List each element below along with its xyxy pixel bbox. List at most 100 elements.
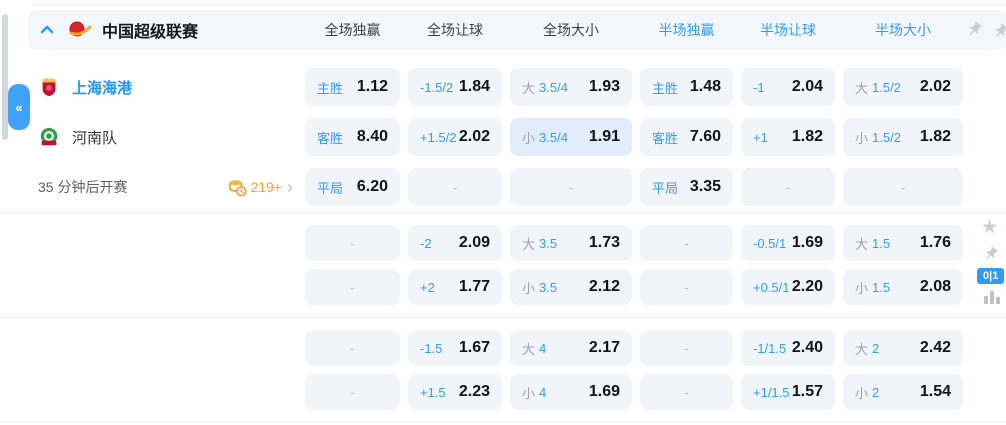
odds-cell[interactable]: 小21.54 [843, 374, 963, 410]
over-under-line: 3.5 [539, 280, 557, 295]
over-under-label: 小 3.5/4 [522, 128, 568, 147]
odds-label: -2 [420, 236, 432, 251]
odds-cell[interactable]: 客胜7.60 [640, 118, 733, 156]
away-team-logo-icon [38, 126, 60, 148]
odds-cell[interactable]: 平局 6.20 [305, 168, 400, 206]
empty-odds-cell: - [640, 225, 733, 261]
more-markets-link[interactable]: 219+ › [228, 178, 293, 197]
odds-cell[interactable]: -1.5/21.84 [408, 68, 502, 106]
column-header-full-over-under[interactable]: 全场大小 [510, 20, 632, 40]
odds-label: 平局 [652, 178, 678, 197]
collapse-chevron-up-icon[interactable] [38, 21, 56, 39]
odds-cell[interactable]: 大3.51.73 [510, 225, 632, 261]
column-header-full-handicap[interactable]: 全场让球 [408, 20, 502, 40]
odds-cell[interactable]: 大3.5/41.93 [510, 68, 632, 106]
odds-row: 河南队 客胜8.40+1.5/22.02小3.5/41.91客胜7.60+11.… [0, 112, 1006, 162]
favorite-star-icon[interactable]: ★ [981, 218, 998, 237]
odds-cell[interactable]: +0.5/12.20 [741, 269, 835, 305]
odds-cell[interactable]: 小1.52.08 [843, 269, 963, 305]
odds-cell[interactable]: +11.82 [741, 118, 835, 156]
odds-value: 3.35 [690, 178, 721, 196]
odds-cell[interactable]: 客胜8.40 [305, 118, 400, 156]
odds-cell[interactable]: 主胜1.12 [305, 68, 400, 106]
empty-odds-cell: - [305, 330, 400, 366]
tertiary-odds-section: --1.51.67大42.17--1/1.52.40大22.42 -+1.52.… [0, 317, 1006, 423]
odds-label: 主胜 [317, 78, 343, 97]
odds-cell[interactable]: -12.04 [741, 68, 835, 106]
odds-cell[interactable]: 小3.52.12 [510, 269, 632, 305]
odds-cell[interactable]: 小41.69 [510, 374, 632, 410]
over-under-side: 大 [522, 78, 535, 97]
empty-odds-cell: - [640, 269, 733, 305]
odds-cell[interactable]: 小3.5/41.91 [510, 118, 632, 156]
odds-value: 2.02 [459, 128, 490, 146]
odds-value: 2.04 [792, 78, 823, 96]
over-under-line: 3.5/4 [539, 130, 568, 145]
over-under-side: 大 [855, 78, 868, 97]
league-title: 中国超级联赛 [102, 18, 198, 42]
no-odds-dash: - [569, 180, 573, 195]
odds-row: 上海海港 主胜1.12-1.5/21.84大3.5/41.93主胜1.48-12… [0, 62, 1006, 112]
odds-row: --1.51.67大42.17--1/1.52.40大22.42 [0, 326, 1006, 370]
no-odds-dash: - [350, 385, 354, 400]
odds-label: +1/1.5 [753, 385, 790, 400]
column-header-full-win[interactable]: 全场独赢 [305, 20, 400, 40]
over-under-label: 大4 [522, 339, 546, 358]
empty-name-cell [28, 326, 297, 370]
over-under-label: 小1.5 [855, 278, 890, 297]
over-under-line: 3.5 [539, 236, 557, 251]
odds-cell[interactable]: +21.77 [408, 269, 502, 305]
over-under-line: 1.5/2 [872, 130, 901, 145]
column-header-half-over-under[interactable]: 半场大小 [843, 20, 963, 40]
odds-cell[interactable]: -0.5/11.69 [741, 225, 835, 261]
odds-cell[interactable]: 平局 3.35 [640, 168, 733, 206]
collapse-left-icon: « [15, 100, 22, 115]
column-header-half-win[interactable]: 半场独赢 [640, 20, 733, 40]
no-odds-dash: - [901, 180, 905, 195]
over-under-line: 2 [872, 341, 879, 356]
stats-chart-icon[interactable] [984, 291, 1000, 304]
score-badge[interactable]: 0|1 [977, 268, 1004, 284]
no-odds-dash: - [684, 341, 688, 356]
over-under-label: 小2 [855, 383, 879, 402]
pin-icon[interactable] [966, 21, 983, 38]
no-odds-dash: - [786, 180, 790, 195]
odds-label: 客胜 [317, 128, 343, 147]
odds-cell[interactable]: -1/1.52.40 [741, 330, 835, 366]
odds-cell[interactable]: 大1.51.76 [843, 225, 963, 261]
odds-value: 2.09 [459, 234, 490, 252]
over-under-label: 大2 [855, 339, 879, 358]
odds-label: -1/1.5 [753, 341, 786, 356]
odds-cell[interactable]: +1.52.23 [408, 374, 502, 410]
pin-icon[interactable] [992, 23, 1006, 40]
odds-cell[interactable]: +1/1.51.57 [741, 374, 835, 410]
odds-cell[interactable]: -2 2.09 [408, 225, 502, 261]
odds-value: 2.02 [920, 78, 951, 96]
home-team-row[interactable]: 上海海港 [28, 62, 297, 112]
odds-cell[interactable]: 小1.5/21.82 [843, 118, 963, 156]
away-team-row[interactable]: 河南队 [28, 112, 297, 162]
odds-cell[interactable]: 大22.42 [843, 330, 963, 366]
kickoff-note: 35 分钟后开赛 [38, 177, 127, 197]
odds-cell[interactable]: +1.5/22.02 [408, 118, 502, 156]
odds-value: 6.20 [357, 178, 388, 196]
odds-cell[interactable]: 大42.17 [510, 330, 632, 366]
odds-cell[interactable]: 主胜1.48 [640, 68, 733, 106]
collapse-panel-tab[interactable]: « [8, 84, 30, 130]
odds-label: 平局 [317, 178, 343, 197]
secondary-odds-section: --22.09大3.51.73--0.5/11.69大1.51.76 -+21.… [0, 212, 1006, 317]
odds-label: 主胜 [652, 78, 678, 97]
over-under-side: 小 [522, 128, 535, 147]
odds-label: -1.5/2 [420, 80, 453, 95]
odds-label: 客胜 [652, 128, 678, 147]
coin-clock-icon [228, 178, 247, 197]
odds-cell[interactable]: 大1.5/22.02 [843, 68, 963, 106]
over-under-side: 大 [522, 339, 535, 358]
no-odds-dash: - [684, 280, 688, 295]
pin-icon[interactable] [983, 246, 999, 262]
over-under-label: 大3.5 [522, 234, 557, 253]
no-odds-dash: - [684, 385, 688, 400]
odds-label: +1.5/2 [420, 130, 457, 145]
column-header-half-handicap[interactable]: 半场让球 [741, 20, 835, 40]
odds-cell[interactable]: -1.51.67 [408, 330, 502, 366]
